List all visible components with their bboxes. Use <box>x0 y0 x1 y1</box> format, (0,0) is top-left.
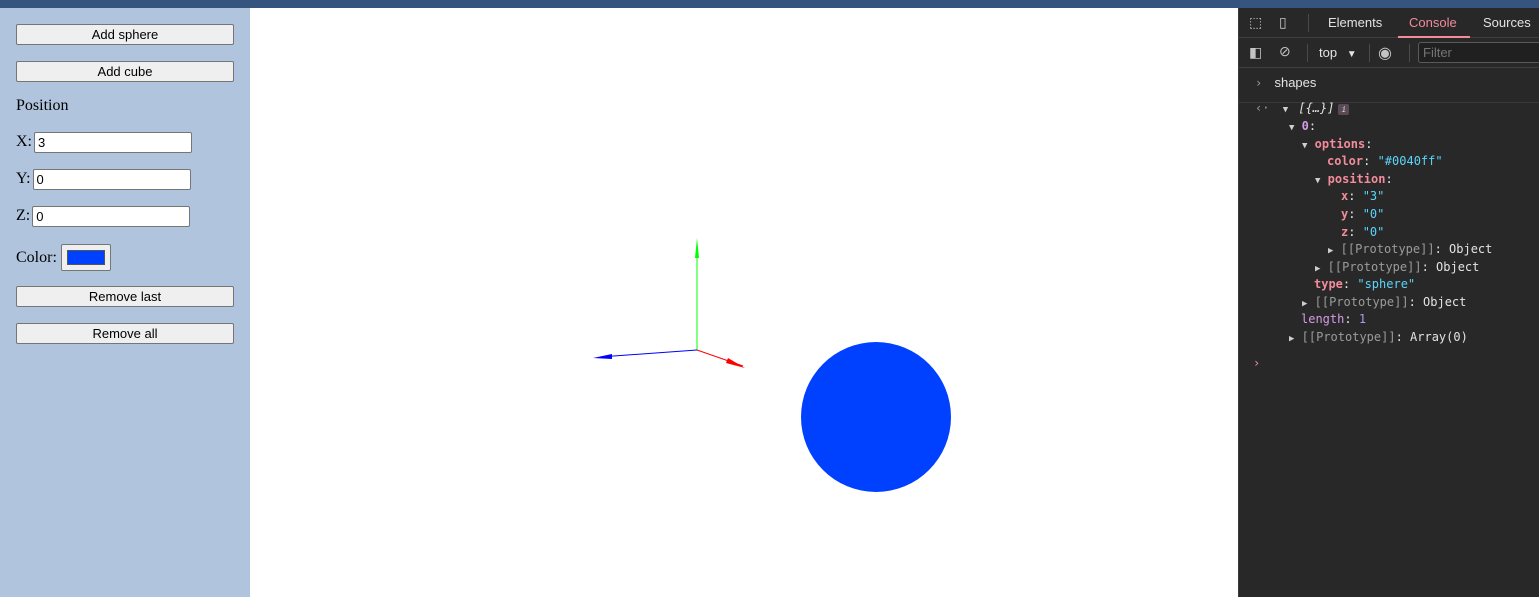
prototype-key: [[Prototype]] <box>1327 260 1422 274</box>
expand-triangle-icon: ▼ <box>1289 123 1295 133</box>
z-axis-arrowhead <box>593 354 612 359</box>
y-line: y: "0" <box>1341 207 1385 221</box>
chevron-down-icon: ▼ <box>1346 49 1357 60</box>
x-input[interactable] <box>34 131 192 153</box>
x-axis-arrowhead <box>726 358 745 368</box>
tab-sources[interactable]: Sources <box>1483 15 1531 30</box>
toolbar-separator <box>1307 44 1308 62</box>
sidebar-toggle-icon[interactable]: ◧ <box>1249 44 1262 61</box>
add-cube-button[interactable]: Add cube <box>16 61 234 82</box>
context-selector[interactable]: top ▼ <box>1319 45 1357 60</box>
position-key: position <box>1327 172 1386 186</box>
y-field-row: Y: <box>16 168 191 190</box>
expand-triangle-icon: ▶ <box>1289 334 1295 344</box>
x-field-row: X: <box>16 131 192 153</box>
color-swatch-fill <box>67 250 105 265</box>
y-key: y <box>1341 207 1349 221</box>
expand-triangle-icon: ▼ <box>1302 141 1308 151</box>
options-key: options <box>1314 137 1366 151</box>
console-prompt[interactable]: › <box>1253 355 1260 372</box>
prototype-array-value: Array(0) <box>1410 330 1468 344</box>
y-input[interactable] <box>32 168 191 190</box>
scene-canvas[interactable] <box>250 8 1238 597</box>
z-axis-line <box>599 349 698 358</box>
index-key: 0 <box>1301 119 1309 133</box>
length-key: length <box>1301 312 1345 326</box>
prototype-key: [[Prototype]] <box>1314 295 1409 309</box>
x-line: x: "3" <box>1341 189 1385 203</box>
expand-triangle-icon: ▶ <box>1315 264 1321 274</box>
position-line[interactable]: ▼ position: <box>1315 171 1393 188</box>
array-summary: [{…}] <box>1298 101 1335 115</box>
z-key: z <box>1341 225 1349 239</box>
prompt-chevron-icon: › <box>1253 356 1261 370</box>
tab-separator <box>1308 14 1309 32</box>
toolbar-separator-3 <box>1409 44 1410 62</box>
color-label: Color: <box>16 249 57 266</box>
prototype-key: [[Prototype]] <box>1301 330 1396 344</box>
item-prototype-line[interactable]: ▶ [[Prototype]]: Object <box>1302 294 1466 311</box>
expand-triangle-icon: ▼ <box>1315 176 1321 186</box>
color-key: color <box>1327 154 1364 168</box>
type-line: type: "sphere" <box>1314 277 1416 291</box>
remove-all-button[interactable]: Remove all <box>16 323 234 344</box>
eye-icon[interactable]: ◉ <box>1378 43 1392 63</box>
console-filter-input[interactable] <box>1418 42 1539 63</box>
y-value: "0" <box>1362 207 1385 221</box>
z-line: z: "0" <box>1341 225 1385 239</box>
x-key: x <box>1341 189 1349 203</box>
options-line[interactable]: ▼ options: <box>1302 136 1372 153</box>
devtools-tab-bar: ⬚ ▯ Elements Console Sources <box>1239 8 1539 38</box>
color-value: "#0040ff" <box>1377 154 1443 168</box>
context-label: top <box>1319 45 1338 60</box>
tab-console[interactable]: Console <box>1409 15 1457 30</box>
add-sphere-button[interactable]: Add sphere <box>16 24 234 45</box>
expand-triangle-icon: ▶ <box>1302 299 1308 309</box>
options-prototype-line[interactable]: ▶ [[Prototype]]: Object <box>1315 259 1479 276</box>
y-label: Y: <box>16 170 31 187</box>
top-bar <box>0 0 1539 8</box>
length-line: length: 1 <box>1301 312 1367 326</box>
toolbar-separator-2 <box>1369 44 1370 62</box>
position-prototype-line[interactable]: ▶ [[Prototype]]: Object <box>1328 241 1492 258</box>
position-heading: Position <box>16 97 69 114</box>
color-line: color: "#0040ff" <box>1327 154 1443 168</box>
prototype-value: Object <box>1423 295 1467 309</box>
z-value: "0" <box>1362 225 1385 239</box>
console-toolbar: ◧ ⊘ top ▼ ◉ <box>1239 38 1539 68</box>
console-input-line: › shapes <box>1255 74 1316 91</box>
prototype-value: Object <box>1436 260 1480 274</box>
index-0-line[interactable]: ▼ 0: <box>1289 118 1316 135</box>
return-arrow-icon: ‹· <box>1255 101 1270 115</box>
y-axis-arrowhead <box>695 238 699 258</box>
array-prototype-line[interactable]: ▶ [[Prototype]]: Array(0) <box>1289 329 1468 346</box>
z-field-row: Z: <box>16 205 191 227</box>
control-panel: Add sphere Add cube Position X: Y: Z: Co… <box>0 8 250 597</box>
tab-elements[interactable]: Elements <box>1328 15 1382 30</box>
x-value: "3" <box>1362 189 1385 203</box>
info-badge-icon: i <box>1338 104 1350 115</box>
result-array-line[interactable]: ‹· ▼ [{…}] i <box>1255 100 1350 117</box>
devtools-panel: ⬚ ▯ Elements Console Sources ◧ ⊘ top ▼ ◉… <box>1238 8 1539 597</box>
axes-helper <box>593 238 745 368</box>
expand-triangle-icon: ▼ <box>1282 105 1289 115</box>
prototype-value: Object <box>1449 242 1493 256</box>
expand-triangle-icon: ▶ <box>1328 246 1334 256</box>
console-input-text: shapes <box>1274 75 1317 90</box>
type-value: "sphere" <box>1357 277 1416 291</box>
z-label: Z: <box>16 207 31 224</box>
length-value: 1 <box>1358 312 1367 326</box>
3d-viewport[interactable] <box>250 8 1238 597</box>
color-picker[interactable] <box>61 244 111 271</box>
sphere-shape[interactable] <box>801 342 951 492</box>
x-label: X: <box>16 133 32 150</box>
chevron-right-icon: › <box>1255 76 1263 90</box>
clear-console-icon[interactable]: ⊘ <box>1279 43 1291 60</box>
type-key: type <box>1314 277 1343 291</box>
prototype-key: [[Prototype]] <box>1340 242 1435 256</box>
z-input[interactable] <box>32 205 191 227</box>
inspect-element-icon[interactable]: ⬚ <box>1249 14 1262 31</box>
device-toolbar-icon[interactable]: ▯ <box>1279 14 1287 31</box>
remove-last-button[interactable]: Remove last <box>16 286 234 307</box>
